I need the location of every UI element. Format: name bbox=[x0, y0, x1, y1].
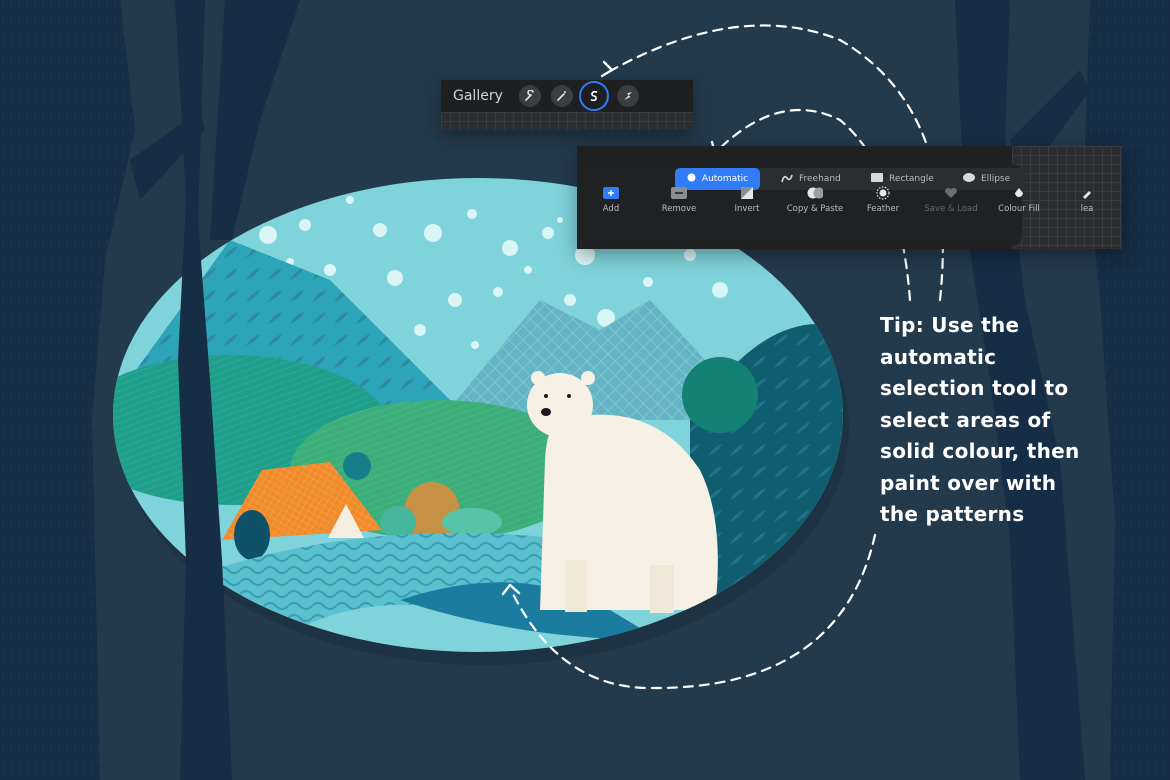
tip-line: Tip: Use the bbox=[880, 313, 1020, 337]
tip-line: paint over with bbox=[880, 470, 1057, 495]
tip-line: selection tool to bbox=[880, 376, 1069, 400]
tip-line: the patterns bbox=[880, 502, 1025, 526]
gallery-button[interactable]: Gallery bbox=[453, 88, 509, 104]
transform-arrow-icon[interactable] bbox=[617, 85, 639, 107]
heart-icon bbox=[943, 186, 959, 200]
clear-button[interactable]: lea bbox=[1047, 186, 1122, 214]
dot-icon bbox=[687, 173, 696, 185]
selection-panel: Automatic Freehand Rectangle Ellipse Add… bbox=[577, 146, 1122, 249]
selection-actions: Add Remove Invert Copy & Paste Feather S… bbox=[577, 186, 1122, 226]
remove-icon bbox=[671, 186, 687, 200]
selection-icon[interactable] bbox=[579, 81, 609, 111]
tip-line: automatic bbox=[880, 344, 997, 369]
colour-fill-icon bbox=[1011, 186, 1027, 200]
tip-line: solid colour, then bbox=[880, 439, 1080, 463]
wrench-icon[interactable] bbox=[519, 85, 541, 107]
freehand-icon bbox=[781, 173, 793, 186]
tutorial-canvas: Gallery Automatic Freehand Rectangle Ell… bbox=[0, 0, 1170, 780]
tip-text: Tip: Use the automatic selection tool to… bbox=[880, 310, 1110, 531]
canvas-grid bbox=[441, 112, 693, 130]
copy-paste-icon bbox=[807, 186, 823, 200]
top-toolbar: Gallery bbox=[441, 80, 693, 130]
tip-line: select areas of bbox=[880, 407, 1051, 432]
feather-icon bbox=[875, 186, 891, 200]
add-icon bbox=[603, 186, 619, 200]
ellipse-icon bbox=[963, 173, 975, 185]
magic-wand-icon[interactable] bbox=[551, 85, 573, 107]
rectangle-icon bbox=[871, 173, 883, 185]
clear-icon bbox=[1079, 186, 1095, 200]
invert-icon bbox=[739, 186, 755, 200]
